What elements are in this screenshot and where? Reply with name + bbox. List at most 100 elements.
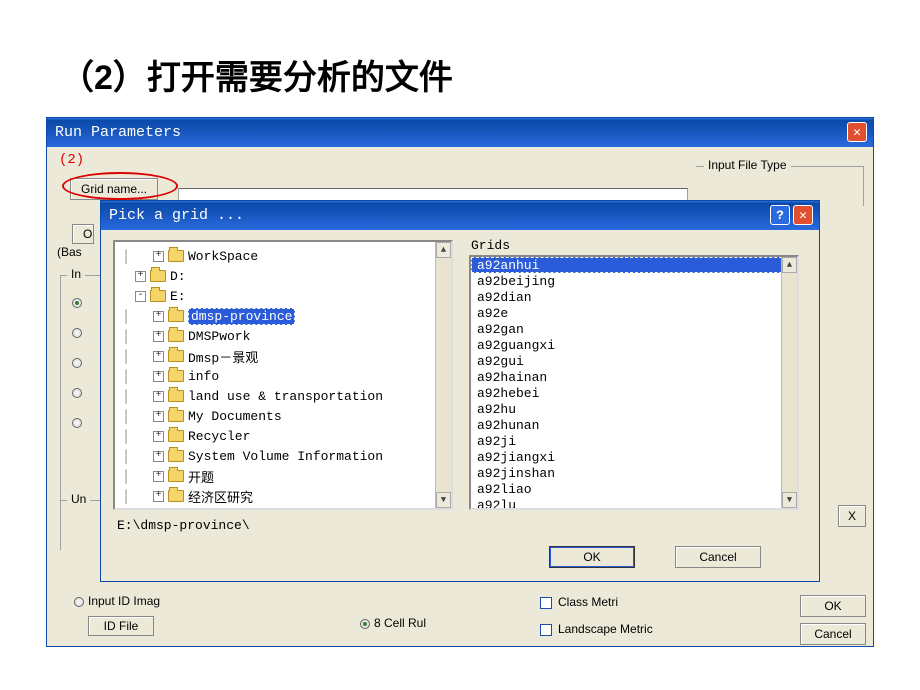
grid-item[interactable]: a92liao <box>471 481 797 497</box>
radio-in-5[interactable] <box>72 415 86 429</box>
grid-item[interactable]: a92guangxi <box>471 337 797 353</box>
grid-name-button[interactable]: Grid name... <box>70 178 158 200</box>
pick-grid-title: Pick a grid ... <box>109 207 767 224</box>
grid-item[interactable]: a92hu <box>471 401 797 417</box>
tree-item[interactable]: │+info <box>117 366 449 386</box>
expand-icon[interactable]: + <box>153 371 164 382</box>
slide-title: （2）打开需要分析的文件 <box>60 50 453 99</box>
x-button[interactable]: X <box>838 505 866 527</box>
expand-icon[interactable]: + <box>153 451 164 462</box>
folder-icon <box>168 430 184 442</box>
grids-label: Grids <box>471 238 510 253</box>
scroll-up-icon[interactable]: ▲ <box>782 257 797 273</box>
landscape-metric-checkbox[interactable]: Landscape Metric <box>540 622 653 636</box>
tree-item[interactable]: │+land use & transportation <box>117 386 449 406</box>
run-params-button-stack: OK Cancel <box>800 595 866 651</box>
tree-item[interactable]: │+开题 <box>117 466 449 486</box>
folder-tree[interactable]: │+WorkSpace+D:-E:│+dmsp-province│+DMSPwo… <box>113 240 453 510</box>
tree-item[interactable]: │+经济区研究 <box>117 486 449 506</box>
tree-item-label: DMSPwork <box>188 329 250 344</box>
step-marker: (2) <box>59 152 84 168</box>
input-id-imag-label: Input ID Imag <box>88 594 160 608</box>
grid-item[interactable]: a92gui <box>471 353 797 369</box>
grid-item[interactable]: a92jinshan <box>471 465 797 481</box>
tree-item-label: info <box>188 369 219 384</box>
expand-icon[interactable]: + <box>153 431 164 442</box>
expand-icon[interactable]: + <box>153 331 164 342</box>
radio-in-2[interactable] <box>72 325 86 339</box>
expand-icon[interactable]: + <box>153 491 164 502</box>
folder-icon <box>168 370 184 382</box>
pick-grid-ok-button[interactable]: OK <box>549 546 635 568</box>
expand-icon[interactable]: + <box>153 351 164 362</box>
folder-icon <box>168 410 184 422</box>
expand-icon[interactable]: + <box>153 471 164 482</box>
grids-scrollbar[interactable]: ▲ ▼ <box>781 257 797 508</box>
pick-grid-titlebar[interactable]: Pick a grid ... ? ✕ <box>101 201 819 230</box>
tree-item-label: 经济区研究 <box>188 487 253 506</box>
input-id-imag-radio[interactable]: Input ID Imag <box>74 594 160 608</box>
tree-item-label: Recycler <box>188 429 250 444</box>
bas-label: (Bas <box>57 245 82 259</box>
grid-item[interactable]: a92jiangxi <box>471 449 797 465</box>
class-metric-checkbox[interactable]: Class Metri <box>540 595 618 609</box>
landscape-metric-label: Landscape Metric <box>558 622 653 636</box>
grid-item[interactable]: a92e <box>471 305 797 321</box>
tree-item[interactable]: │+dmsp-province <box>117 306 449 326</box>
grid-item[interactable]: a92anhui <box>471 257 797 273</box>
tree-item[interactable]: │+Dmsp－景观 <box>117 346 449 366</box>
tree-item[interactable]: │+My Documents <box>117 406 449 426</box>
scroll-up-icon[interactable]: ▲ <box>436 242 451 258</box>
tree-item-label: WorkSpace <box>188 249 258 264</box>
id-file-button[interactable]: ID File <box>88 616 154 636</box>
pick-grid-close-icon[interactable]: ✕ <box>793 205 813 225</box>
help-icon[interactable]: ? <box>770 205 790 225</box>
grid-item[interactable]: a92hainan <box>471 369 797 385</box>
folder-icon <box>168 350 184 362</box>
expand-icon[interactable]: - <box>135 291 146 302</box>
grids-list[interactable]: a92anhuia92beijinga92diana92ea92gana92gu… <box>469 255 799 510</box>
tree-item-label: D: <box>170 269 186 284</box>
grid-item[interactable]: a92dian <box>471 289 797 305</box>
expand-icon[interactable]: + <box>135 271 146 282</box>
tree-item-label: dmsp-province <box>188 308 295 325</box>
run-params-ok-button[interactable]: OK <box>800 595 866 617</box>
scroll-down-icon[interactable]: ▼ <box>782 492 797 508</box>
tree-item[interactable]: │+DMSPwork <box>117 326 449 346</box>
close-icon[interactable]: ✕ <box>847 122 867 142</box>
grid-item[interactable]: a92ji <box>471 433 797 449</box>
expand-icon[interactable]: + <box>153 391 164 402</box>
expand-icon[interactable]: + <box>153 311 164 322</box>
pick-grid-body: │+WorkSpace+D:-E:│+dmsp-province│+DMSPwo… <box>101 230 819 580</box>
run-params-cancel-button[interactable]: Cancel <box>800 623 866 645</box>
pick-grid-cancel-button[interactable]: Cancel <box>675 546 761 568</box>
scroll-down-icon[interactable]: ▼ <box>436 492 451 508</box>
run-parameters-titlebar[interactable]: Run Parameters ✕ <box>47 118 873 147</box>
grid-item[interactable]: a92gan <box>471 321 797 337</box>
un-group: Un <box>60 500 100 550</box>
radio-in-1[interactable] <box>72 295 86 309</box>
current-path: E:\dmsp-province\ <box>117 518 250 533</box>
tree-scrollbar[interactable]: ▲ ▼ <box>435 242 451 508</box>
grid-item[interactable]: a92beijing <box>471 273 797 289</box>
expand-icon[interactable]: + <box>153 411 164 422</box>
cell-rule-label: 8 Cell Rul <box>374 616 426 630</box>
grid-item[interactable]: a92hebei <box>471 385 797 401</box>
tree-item-label: My Documents <box>188 409 282 424</box>
grid-item[interactable]: a92hunan <box>471 417 797 433</box>
o-button[interactable]: O <box>72 224 94 244</box>
expand-icon[interactable]: + <box>153 251 164 262</box>
radio-in-3[interactable] <box>72 355 86 369</box>
grid-item[interactable]: a92lu <box>471 497 797 510</box>
tree-item[interactable]: │+WorkSpace <box>117 246 449 266</box>
tree-item[interactable]: │+System Volume Information <box>117 446 449 466</box>
tree-item[interactable]: -E: <box>117 286 449 306</box>
tree-item[interactable]: + D: <box>117 266 449 286</box>
radio-in-4[interactable] <box>72 385 86 399</box>
class-metric-label: Class Metri <box>558 595 618 609</box>
run-parameters-title: Run Parameters <box>55 124 844 141</box>
tree-item[interactable]: │+Recycler <box>117 426 449 446</box>
folder-icon <box>150 290 166 302</box>
tree-item-label: System Volume Information <box>188 449 383 464</box>
cell-rule-radio[interactable]: 8 Cell Rul <box>360 616 426 630</box>
